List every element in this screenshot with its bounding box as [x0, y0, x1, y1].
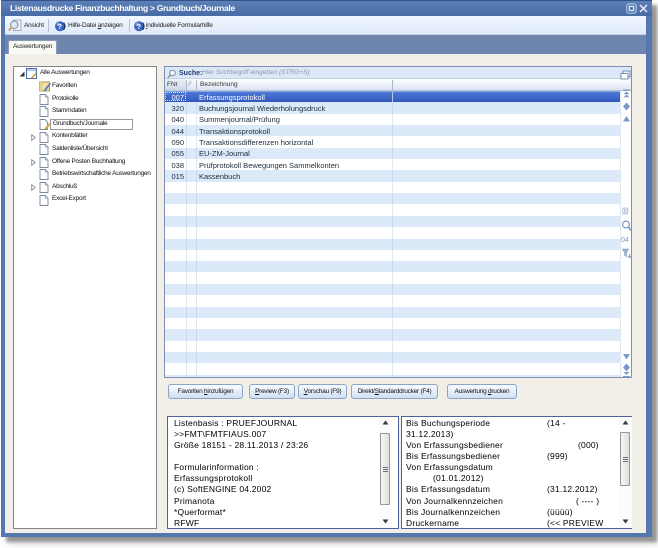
svg-text:?: ? [137, 22, 142, 31]
svg-text:?: ? [58, 22, 63, 31]
